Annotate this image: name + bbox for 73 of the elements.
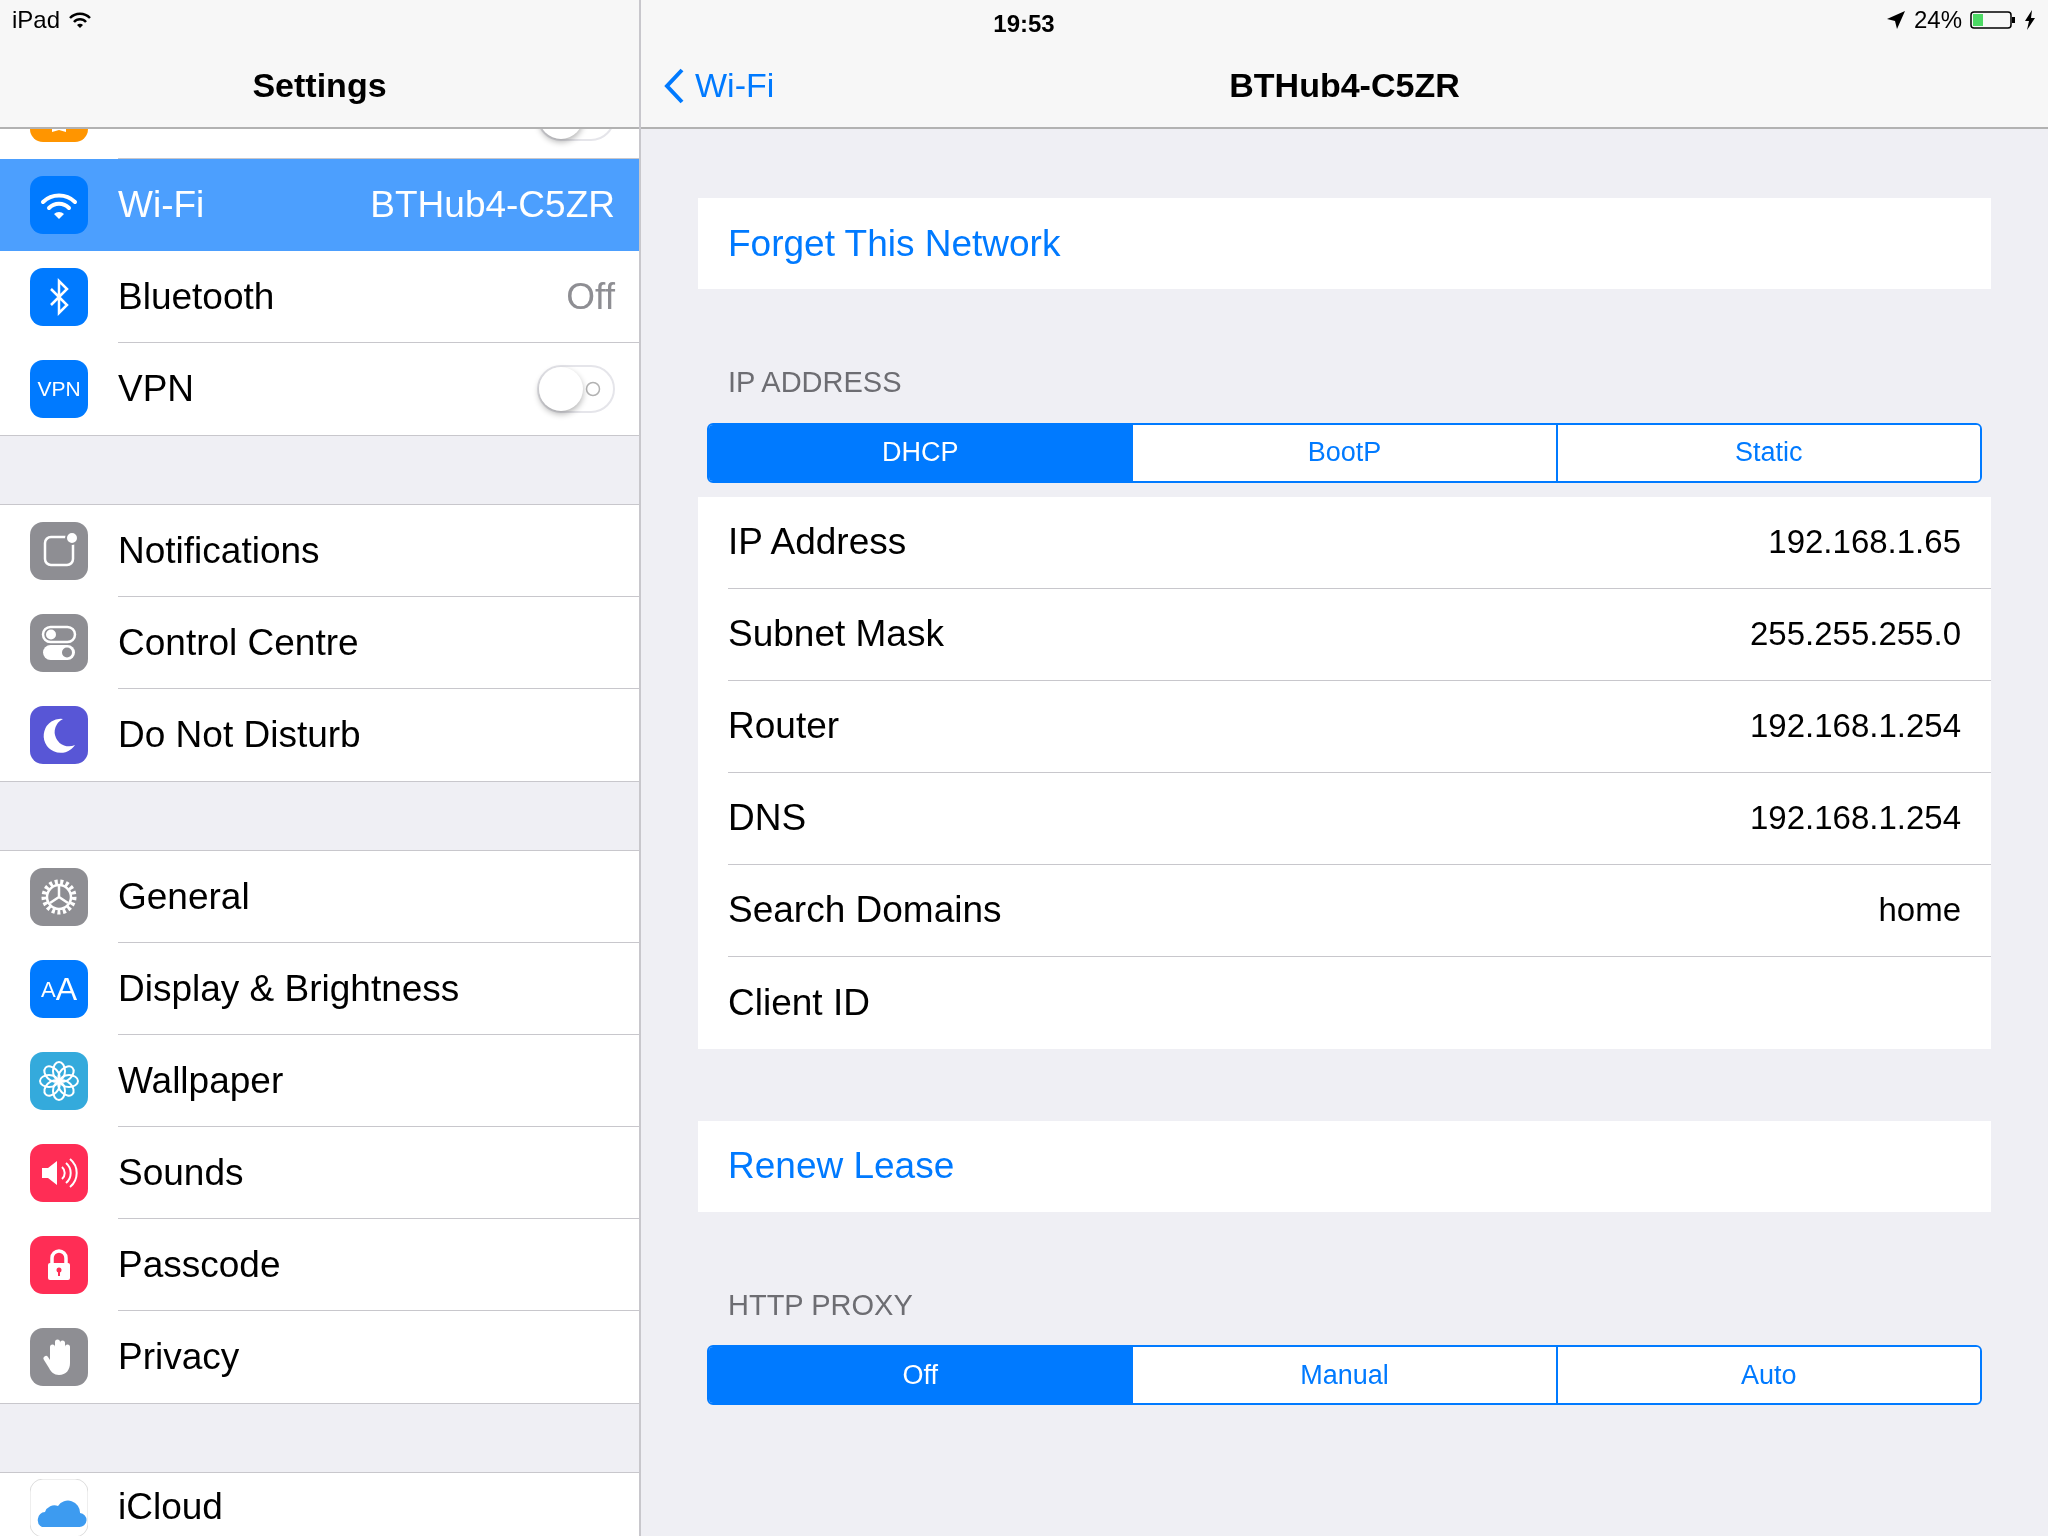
segment-option[interactable]: Static [1555, 424, 1980, 481]
item-label: Wi-Fi [118, 182, 205, 227]
field-label: Router [728, 704, 840, 749]
item-label: Control Centre [118, 620, 359, 665]
settings-item[interactable]: General [0, 851, 639, 943]
item-label: iCloud [118, 1485, 223, 1529]
field-value: 192.168.1.65 [1768, 522, 1961, 563]
renew-lease-button[interactable]: Renew Lease [698, 1120, 1991, 1212]
lock-icon [30, 1236, 88, 1294]
item-label: Display & Brightness [118, 966, 460, 1011]
moon-icon [30, 706, 88, 764]
item-label: VPN [118, 367, 195, 412]
speaker-icon [30, 1144, 88, 1202]
field-value: home [1878, 890, 1961, 931]
item-label: Wallpaper [118, 1058, 284, 1103]
hand-icon [30, 1328, 88, 1386]
sidebar-title: Settings [252, 65, 387, 106]
field-label: IP Address [728, 520, 907, 565]
item-value: BTHub4-C5ZR [370, 182, 615, 227]
item-label: Do Not Disturb [118, 713, 361, 758]
flower-icon [30, 1052, 88, 1110]
off-indicator-icon [585, 381, 601, 397]
settings-item[interactable]: AA Display & Brightness [0, 943, 639, 1035]
field-label: DNS [728, 796, 807, 841]
clock: 19:53 [993, 9, 1055, 39]
segment-option[interactable]: DHCP [709, 424, 1132, 481]
settings-item[interactable]: Wallpaper [0, 1035, 639, 1127]
battery-percentage: 24% [1913, 5, 1962, 35]
control-centre-icon [30, 614, 88, 672]
vpn-icon: VPN [30, 360, 88, 418]
settings-item[interactable]: Bluetooth Off [0, 251, 639, 343]
charging-bolt-icon [2024, 10, 2036, 30]
network-title: BTHub4-C5ZR [1229, 65, 1460, 106]
settings-item[interactable]: Control Centre [0, 597, 639, 689]
wifi-icon [30, 176, 88, 234]
settings-item[interactable]: Passcode [0, 1219, 639, 1311]
item-label: Privacy [118, 1335, 240, 1380]
location-arrow-icon [1885, 10, 1906, 30]
settings-item[interactable]: VPN VPN [0, 343, 639, 435]
item-label: Notifications [118, 528, 320, 573]
segment-option[interactable]: Manual [1131, 1347, 1556, 1403]
settings-item[interactable]: Privacy [0, 1311, 639, 1403]
field-label: Search Domains [728, 888, 1002, 933]
field-value: 255.255.255.0 [1749, 614, 1961, 655]
wifi-signal-icon [68, 11, 93, 29]
segment-option[interactable]: Auto [1555, 1347, 1980, 1403]
toggle-switch[interactable] [537, 365, 615, 413]
section-header: IP ADDRESS [727, 365, 903, 400]
field-label: Client ID [728, 980, 870, 1025]
display-icon: AA [30, 960, 88, 1018]
forget-network-button[interactable]: Forget This Network [698, 198, 1991, 289]
item-label: Sounds [118, 1150, 244, 1195]
battery-icon [1970, 10, 2016, 30]
field-value: 192.168.1.254 [1749, 706, 1961, 747]
back-chevron-icon [663, 66, 685, 105]
settings-item[interactable]: Do Not Disturb [0, 689, 639, 781]
settings-item[interactable]: iCloud [0, 1473, 639, 1536]
item-label: Bluetooth [118, 274, 275, 319]
settings-item[interactable]: Notifications [0, 505, 639, 597]
item-value: Off [566, 274, 615, 319]
bluetooth-icon [30, 268, 88, 326]
notifications-icon [30, 522, 88, 580]
back-button[interactable]: Wi-Fi [663, 60, 775, 111]
settings-icon [30, 868, 88, 926]
field-value: 192.168.1.254 [1749, 798, 1961, 839]
segment-option[interactable]: Off [709, 1347, 1132, 1403]
segment-option[interactable]: BootP [1131, 424, 1556, 481]
section-header: HTTP PROXY [727, 1287, 914, 1323]
settings-item[interactable]: Sounds [0, 1127, 639, 1219]
device-name: iPad [12, 5, 61, 35]
item-label: Passcode [118, 1242, 281, 1287]
item-label: General [118, 874, 250, 919]
field-label: Subnet Mask [728, 612, 944, 657]
